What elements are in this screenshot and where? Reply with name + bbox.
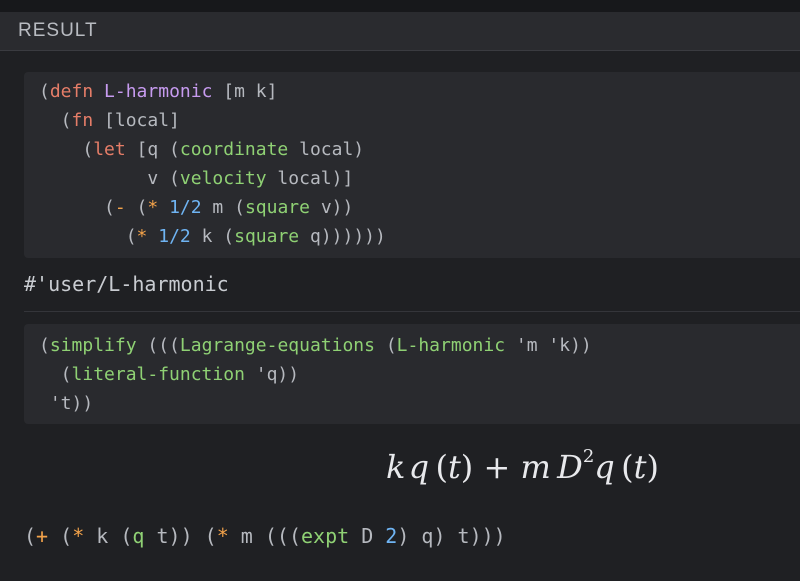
eval-result-var: #'user/L-harmonic: [24, 272, 229, 296]
code-call-token: Lagrange-equations: [179, 335, 375, 356]
code-token: (: [39, 197, 115, 218]
code-call-token: square: [244, 197, 310, 218]
code-call-token: coordinate: [179, 139, 289, 160]
code-line: (defn L-harmonic [m k]: [39, 81, 277, 102]
code-token: v)): [309, 197, 354, 218]
math-rparen2: ): [646, 448, 659, 486]
math-lparen2: (: [621, 448, 634, 486]
code-fn-name-token: L-harmonic: [104, 81, 213, 102]
math-t2: t: [633, 448, 647, 486]
code-token: [m k]: [212, 81, 278, 102]
code-token: 'q)): [244, 364, 300, 385]
code-token: [local]: [93, 110, 180, 131]
code-number-token: 1/2: [169, 197, 202, 218]
code-token: 'm 'k)): [505, 335, 592, 356]
code-operator-token: *: [136, 226, 148, 247]
math-D: D: [557, 448, 583, 486]
code-keyword-token: let: [93, 139, 126, 160]
code-token: ) q) t))): [397, 524, 506, 548]
code-operator-token: *: [72, 524, 85, 548]
code-text: (simplify (((Lagrange-equations (L-harmo…: [39, 331, 592, 418]
header-title: RESULT: [18, 20, 98, 41]
math-plus: +: [483, 448, 511, 486]
math-t: t: [447, 448, 461, 486]
code-line: (* 1/2 k (square q)))))): [39, 226, 386, 247]
result-header: RESULT: [0, 12, 800, 51]
code-token: (: [39, 335, 50, 356]
code-keyword-token: fn: [71, 110, 94, 131]
code-call-token: expt: [301, 524, 350, 548]
code-number-token: 2: [385, 524, 398, 548]
code-token: D: [349, 524, 386, 548]
code-line: (simplify (((Lagrange-equations (L-harmo…: [39, 335, 592, 356]
code-operator-token: *: [147, 197, 159, 218]
code-call-token: simplify: [49, 335, 137, 356]
code-token: (: [39, 226, 137, 247]
code-token: (: [24, 524, 37, 548]
math-rparen: ): [460, 448, 474, 486]
math-k: k: [386, 448, 406, 486]
code-token: (: [39, 110, 72, 131]
divider: [24, 311, 800, 312]
code-operator-token: -: [114, 197, 126, 218]
code-line: v (velocity local)]: [39, 168, 353, 189]
code-token: local): [288, 139, 365, 160]
eval-result-expression: (+ (* k (q t)) (* m (((expt D 2) q) t))): [24, 524, 506, 548]
code-token: v (: [39, 168, 180, 189]
code-call-token: q: [132, 524, 145, 548]
code-token: (((: [136, 335, 180, 356]
code-call-token: square: [234, 226, 300, 247]
window-top-bar: [0, 0, 800, 12]
code-token: (: [39, 81, 50, 102]
code-token: local)]: [266, 168, 354, 189]
math-q: q: [408, 448, 430, 486]
code-operator-token: *: [216, 524, 229, 548]
code-number-token: 1/2: [158, 226, 191, 247]
code-token: 't)): [39, 393, 94, 414]
code-operator-token: +: [36, 524, 49, 548]
code-token: (: [39, 139, 94, 160]
code-call-token: literal-function: [71, 364, 245, 385]
math-exponent: 2: [582, 446, 595, 467]
code-call-token: L-harmonic: [396, 335, 506, 356]
code-token: m (((: [228, 524, 301, 548]
rendered-formula: k q (t) + m D2q (t): [386, 446, 659, 487]
code-token: (: [48, 524, 73, 548]
code-block-defn[interactable]: (defn L-harmonic [m k] (fn [local] (let …: [24, 72, 800, 258]
math-m: m: [520, 448, 551, 486]
code-token: t)) (: [144, 524, 217, 548]
code-token: (: [39, 364, 72, 385]
code-token: [q (: [125, 139, 180, 160]
code-keyword-token: defn: [49, 81, 94, 102]
code-token: (: [374, 335, 397, 356]
code-token: k (: [190, 226, 235, 247]
code-line: (fn [local]: [39, 110, 180, 131]
code-token: (: [125, 197, 148, 218]
code-token: m (: [201, 197, 245, 218]
code-call-token: velocity: [179, 168, 267, 189]
code-token: k (: [84, 524, 133, 548]
math-q2: q: [594, 448, 615, 486]
code-block-simplify[interactable]: (simplify (((Lagrange-equations (L-harmo…: [24, 324, 800, 424]
math-lparen: (: [435, 448, 448, 486]
code-text: (defn L-harmonic [m k] (fn [local] (let …: [39, 77, 386, 251]
code-line: 't)): [39, 393, 93, 414]
code-line: (let [q (coordinate local): [39, 139, 364, 160]
code-token: q)))))): [299, 226, 386, 247]
code-line: (literal-function 'q)): [39, 364, 299, 385]
code-line: (- (* 1/2 m (square v)): [39, 197, 353, 218]
